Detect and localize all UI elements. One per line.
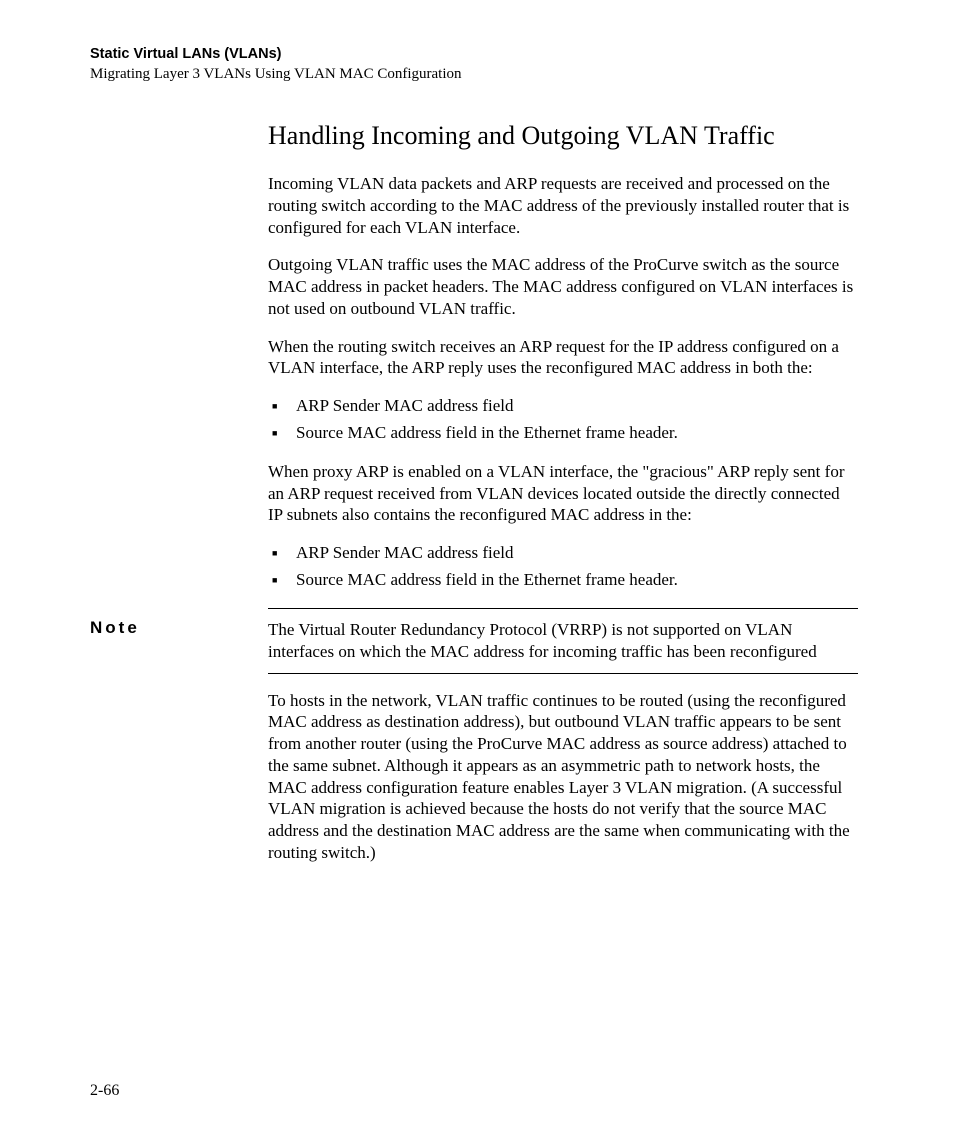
page-header: Static Virtual LANs (VLANs) Migrating La…	[90, 45, 864, 84]
note-body: The Virtual Router Redundancy Protocol (…	[268, 608, 858, 674]
list-item: Source MAC address field in the Ethernet…	[296, 569, 858, 592]
body-paragraph: To hosts in the network, VLAN traffic co…	[268, 690, 858, 864]
running-head-title: Static Virtual LANs (VLANs)	[90, 45, 864, 63]
note-block: Note The Virtual Router Redundancy Proto…	[90, 608, 858, 674]
body-paragraph: When the routing switch receives an ARP …	[268, 336, 858, 380]
main-content: Handling Incoming and Outgoing VLAN Traf…	[268, 120, 858, 864]
note-label: Note	[90, 618, 140, 637]
note-label-column: Note	[90, 608, 268, 674]
body-paragraph: Outgoing VLAN traffic uses the MAC addre…	[268, 254, 858, 319]
body-paragraph: Incoming VLAN data packets and ARP reque…	[268, 173, 858, 238]
list-item: ARP Sender MAC address field	[296, 542, 858, 565]
page: Static Virtual LANs (VLANs) Migrating La…	[0, 0, 954, 1145]
list-item: ARP Sender MAC address field	[296, 395, 858, 418]
page-number: 2-66	[90, 1082, 119, 1100]
running-head-subtitle: Migrating Layer 3 VLANs Using VLAN MAC C…	[90, 65, 864, 84]
body-paragraph: When proxy ARP is enabled on a VLAN inte…	[268, 461, 858, 526]
note-text: The Virtual Router Redundancy Protocol (…	[268, 619, 858, 663]
section-heading: Handling Incoming and Outgoing VLAN Traf…	[268, 120, 858, 151]
bullet-list: ARP Sender MAC address field Source MAC …	[268, 542, 858, 592]
list-item: Source MAC address field in the Ethernet…	[296, 422, 858, 445]
bullet-list: ARP Sender MAC address field Source MAC …	[268, 395, 858, 445]
